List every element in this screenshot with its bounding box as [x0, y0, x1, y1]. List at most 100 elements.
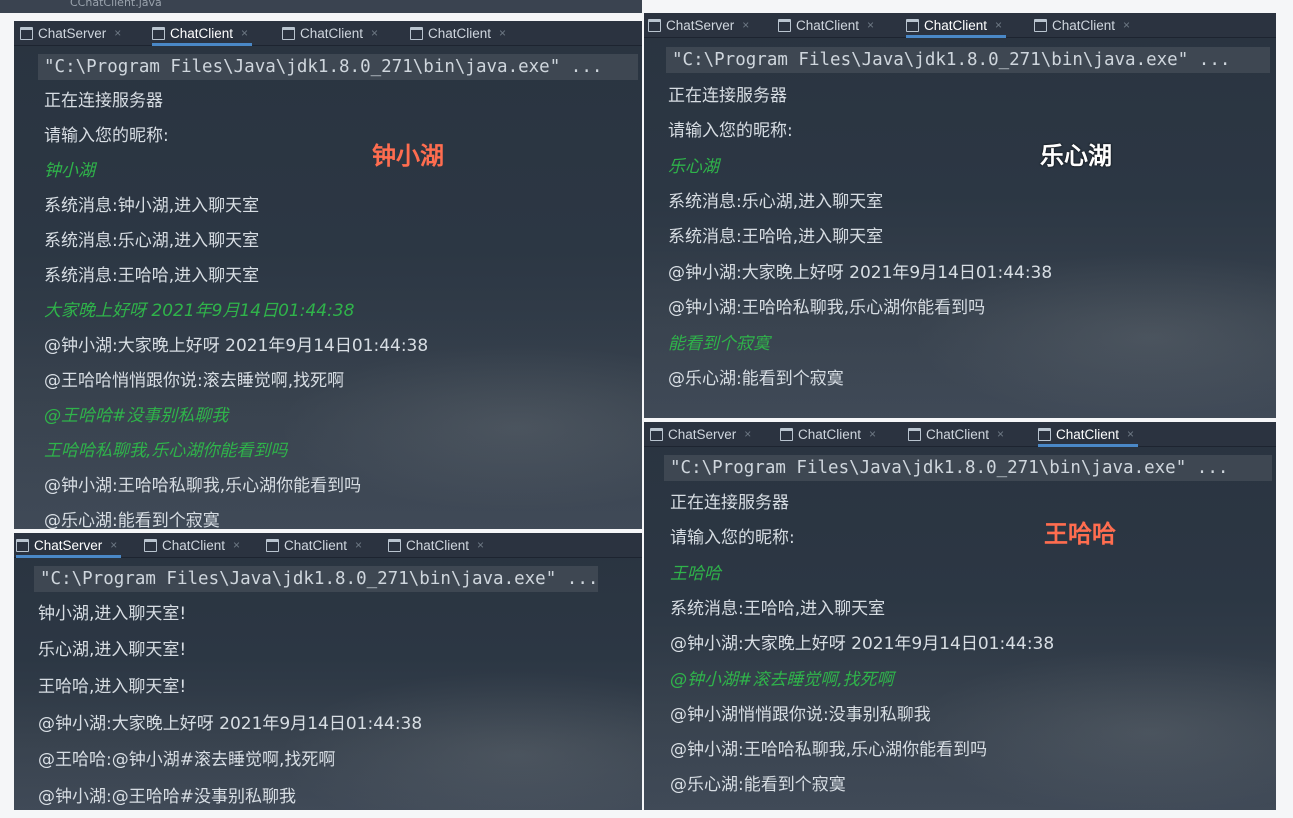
- console-line: 系统消息:钟小湖,进入聊天室: [44, 196, 260, 216]
- console-panel-top-left: ChatServer × ChatClient × ChatClient × Chat…: [14, 21, 642, 529]
- tab-bar: ChatServer × ChatClient × ChatClient × Chat…: [644, 422, 1276, 447]
- close-icon[interactable]: ×: [371, 26, 378, 40]
- tab-chatclient-1[interactable]: ChatClient ×: [152, 21, 253, 46]
- console-output[interactable]: "C:\Program Files\Java\jdk1.8.0_271\bin\…: [644, 38, 1276, 418]
- console-line: 王哈哈,进入聊天室!: [38, 677, 187, 697]
- nickname-label-lexinhu: 乐心湖: [1040, 142, 1112, 170]
- close-icon[interactable]: ×: [1127, 427, 1134, 441]
- console-line: @乐心湖:能看到个寂寞: [668, 369, 844, 389]
- console-panel-bottom-right: ChatServer × ChatClient × ChatClient × Chat…: [644, 422, 1276, 810]
- tab-chatserver[interactable]: ChatServer ×: [650, 422, 751, 446]
- tab-label: ChatClient: [796, 17, 860, 33]
- close-icon[interactable]: ×: [1123, 18, 1130, 32]
- console-icon: [648, 18, 661, 32]
- top-strip-text: CChatClient.java: [70, 0, 162, 9]
- console-line: @王哈哈:@钟小湖#滚去睡觉啊,找死啊: [38, 750, 336, 770]
- tab-chatclient-1[interactable]: ChatClient ×: [778, 13, 874, 37]
- tab-label: ChatClient: [162, 537, 226, 553]
- console-line: 请输入您的昵称:: [44, 126, 169, 146]
- console-line: @钟小湖:大家晚上好呀 2021年9月14日01:44:38: [38, 714, 423, 734]
- console-line: 正在连接服务器: [670, 493, 789, 513]
- console-line-command: "C:\Program Files\Java\jdk1.8.0_271\bin\…: [664, 455, 1272, 481]
- console-line-user-input: 乐心湖: [668, 157, 719, 177]
- console-line: @钟小湖:大家晚上好呀 2021年9月14日01:44:38: [670, 634, 1055, 654]
- console-line: 请输入您的昵称:: [668, 121, 793, 141]
- console-icon: [388, 538, 401, 552]
- console-icon: [152, 26, 165, 40]
- tab-chatclient-3[interactable]: ChatClient ×: [388, 533, 484, 557]
- console-icon: [20, 26, 33, 40]
- console-line: @钟小湖:@王哈哈#没事别私聊我: [38, 787, 296, 807]
- close-icon[interactable]: ×: [355, 538, 362, 552]
- console-line-user-input: 王哈哈: [670, 564, 721, 584]
- tab-chatclient-2[interactable]: ChatClient ×: [266, 533, 362, 557]
- console-panel-bottom-left: ChatServer × ChatClient × ChatClient × Chat…: [14, 533, 642, 810]
- tab-chatclient-1[interactable]: ChatClient ×: [780, 422, 876, 446]
- console-icon: [1034, 18, 1047, 32]
- tab-bar: ChatServer × ChatClient × ChatClient × Chat…: [14, 533, 642, 558]
- top-strip: CChatClient.java: [0, 0, 642, 13]
- tab-label: ChatClient: [926, 426, 990, 442]
- close-icon[interactable]: ×: [742, 18, 749, 32]
- console-line-command: "C:\Program Files\Java\jdk1.8.0_271\bin\…: [34, 566, 598, 592]
- console-output[interactable]: "C:\Program Files\Java\jdk1.8.0_271\bin\…: [14, 558, 642, 810]
- console-line: @钟小湖:王哈哈私聊我,乐心湖你能看到吗: [670, 740, 988, 760]
- tab-chatclient-2[interactable]: ChatClient ×: [906, 13, 1007, 38]
- tab-label: ChatClient: [1052, 17, 1116, 33]
- tab-chatserver[interactable]: ChatServer ×: [20, 21, 121, 45]
- tab-chatclient-2[interactable]: ChatClient ×: [908, 422, 1004, 446]
- console-line: 系统消息:王哈哈,进入聊天室: [668, 227, 884, 247]
- console-icon: [778, 18, 791, 32]
- tab-label: ChatClient: [284, 537, 348, 553]
- console-line-user-input: @钟小湖#滚去睡觉啊,找死啊: [670, 670, 894, 690]
- close-icon[interactable]: ×: [241, 26, 248, 40]
- nickname-label-zhongxiaohu: 钟小湖: [372, 142, 444, 170]
- console-line: @钟小湖:大家晚上好呀 2021年9月14日01:44:38: [44, 336, 429, 356]
- console-icon: [266, 538, 279, 552]
- tab-label: ChatClient: [1056, 426, 1120, 442]
- close-icon[interactable]: ×: [995, 18, 1002, 32]
- console-icon: [906, 18, 919, 32]
- tab-label: ChatClient: [300, 25, 364, 41]
- console-icon: [144, 538, 157, 552]
- close-icon[interactable]: ×: [477, 538, 484, 552]
- tab-label: ChatClient: [406, 537, 470, 553]
- tab-bar: ChatServer × ChatClient × ChatClient × Chat…: [644, 13, 1276, 38]
- tab-label: ChatServer: [38, 25, 107, 41]
- tab-chatclient-3[interactable]: ChatClient ×: [1038, 422, 1139, 447]
- tab-chatserver[interactable]: ChatServer ×: [16, 533, 122, 558]
- close-icon[interactable]: ×: [869, 427, 876, 441]
- tab-label: ChatClient: [924, 17, 988, 33]
- tab-label: ChatClient: [428, 25, 492, 41]
- tab-label: ChatServer: [668, 426, 737, 442]
- console-line-user-input: @王哈哈#没事别私聊我: [44, 406, 229, 426]
- console-output[interactable]: "C:\Program Files\Java\jdk1.8.0_271\bin\…: [14, 46, 642, 529]
- close-icon[interactable]: ×: [233, 538, 240, 552]
- console-line-user-input: 大家晚上好呀 2021年9月14日01:44:38: [44, 301, 355, 321]
- close-icon[interactable]: ×: [499, 26, 506, 40]
- console-line-user-input: 能看到个寂寞: [668, 334, 770, 354]
- console-icon: [780, 427, 793, 441]
- console-line-user-input: 王哈哈私聊我,乐心湖你能看到吗: [44, 441, 288, 461]
- console-line: 正在连接服务器: [44, 91, 163, 111]
- console-icon: [650, 427, 663, 441]
- tab-chatserver[interactable]: ChatServer ×: [648, 13, 749, 37]
- console-line: @钟小湖:大家晚上好呀 2021年9月14日01:44:38: [668, 263, 1053, 283]
- console-line: 钟小湖,进入聊天室!: [38, 604, 187, 624]
- close-icon[interactable]: ×: [867, 18, 874, 32]
- close-icon[interactable]: ×: [114, 26, 121, 40]
- console-output[interactable]: "C:\Program Files\Java\jdk1.8.0_271\bin\…: [644, 447, 1276, 810]
- close-icon[interactable]: ×: [997, 427, 1004, 441]
- tab-chatclient-1[interactable]: ChatClient ×: [144, 533, 240, 557]
- console-line-user-input: 钟小湖: [44, 161, 95, 181]
- console-line: 系统消息:王哈哈,进入聊天室: [670, 599, 886, 619]
- tab-chatclient-3[interactable]: ChatClient ×: [1034, 13, 1130, 37]
- tab-chatclient-2[interactable]: ChatClient ×: [282, 21, 378, 45]
- nickname-label-wanghaha: 王哈哈: [1044, 520, 1116, 548]
- tab-chatclient-3[interactable]: ChatClient ×: [410, 21, 506, 45]
- console-line: @乐心湖:能看到个寂寞: [670, 775, 846, 795]
- close-icon[interactable]: ×: [744, 427, 751, 441]
- tab-label: ChatServer: [666, 17, 735, 33]
- close-icon[interactable]: ×: [110, 538, 117, 552]
- console-line: @钟小湖悄悄跟你说:没事别私聊我: [670, 705, 931, 725]
